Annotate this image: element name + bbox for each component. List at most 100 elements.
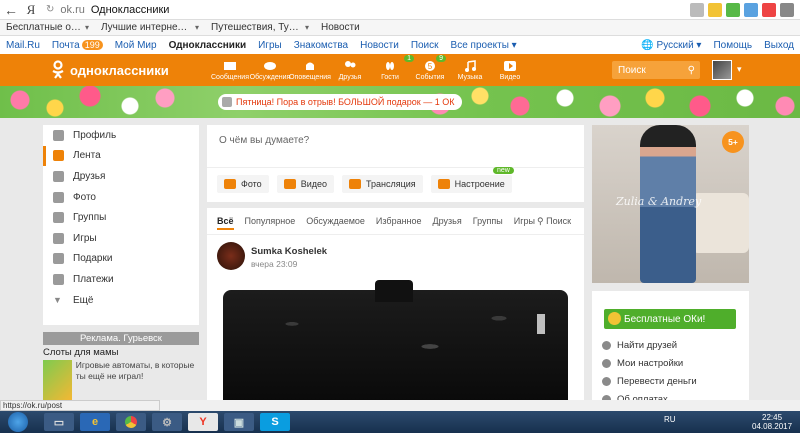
sidebar-item-more[interactable]: ▼ Ещё	[43, 290, 199, 311]
ad-image[interactable]	[43, 360, 72, 402]
nav-events[interactable]: 5 События 9	[410, 54, 450, 86]
menu-icon[interactable]	[780, 2, 794, 17]
tab-friends[interactable]: Друзья	[433, 216, 462, 230]
add-photo-button[interactable]: Фото	[217, 175, 269, 193]
transfer-money-link[interactable]: Перевести деньги	[602, 372, 697, 390]
nav-music[interactable]: Музыка	[450, 54, 490, 86]
sidebar-item-photos[interactable]: Фото	[43, 187, 199, 208]
tools-icon[interactable]: ⚙	[152, 413, 182, 431]
my-settings-link[interactable]: Мои настройки	[602, 354, 697, 372]
sidebar-item-payments[interactable]: Платежи	[43, 269, 199, 290]
start-button[interactable]	[8, 412, 28, 432]
ad-block[interactable]: Реклама. Гурьевск Слоты для мамы Игровые…	[43, 332, 199, 402]
right-ad-image[interactable]: Zulia & Andrey 5+	[592, 125, 749, 283]
nav-messages[interactable]: Сообщения	[210, 54, 250, 86]
portal-link-games[interactable]: Игры	[252, 40, 288, 51]
composer-input[interactable]: О чём вы думаете?	[219, 135, 309, 146]
sidebar-item-friends[interactable]: Друзья	[43, 166, 199, 187]
portal-link-mymir[interactable]: Мой Мир	[109, 40, 163, 51]
footprints-icon	[386, 61, 394, 70]
tab-all[interactable]: Всё	[217, 216, 234, 230]
post-image[interactable]	[219, 280, 572, 403]
promo-link[interactable]: Пятница! Пора в отрыв! БОЛЬШОЙ подарок —…	[218, 94, 463, 110]
explorer-icon[interactable]: ▭	[44, 413, 74, 431]
friends-icon	[345, 60, 356, 67]
portal-link-ok[interactable]: Одноклассники	[163, 40, 253, 51]
help-link[interactable]: Помощь	[707, 40, 758, 51]
nav-friends[interactable]: Друзья	[330, 54, 370, 86]
ad-signature: Zulia & Andrey	[616, 195, 702, 208]
address-bar[interactable]: ↻ ok.ru Одноклассники	[40, 0, 690, 20]
ok-logo[interactable]: одноклассники	[50, 60, 169, 80]
horizontal-scrollbar[interactable]	[160, 400, 800, 411]
sidebar-item-feed[interactable]: Лента	[43, 145, 199, 167]
bookmark-item[interactable]: Путешествия, Туризм▾	[205, 22, 315, 33]
events-icon: 5	[425, 60, 435, 71]
free-ok-button[interactable]: Бесплатные ОКи!	[604, 309, 736, 329]
divider	[207, 234, 584, 235]
nav-guests[interactable]: Гости 1	[370, 54, 414, 86]
portal-link-mailru[interactable]: Mail.Ru	[0, 40, 46, 51]
add-video-button[interactable]: Видео	[276, 175, 334, 193]
camera-icon	[224, 179, 236, 189]
sidebar-item-groups[interactable]: Группы	[43, 207, 199, 228]
download-icon[interactable]	[726, 2, 740, 17]
ad-text[interactable]: Игровые автоматы, в которые ты ещё не иг…	[76, 360, 199, 402]
nav-video[interactable]: Видео	[490, 54, 530, 86]
internet-explorer-icon[interactable]: e	[80, 413, 110, 431]
lock-icon[interactable]	[690, 2, 704, 17]
ad-title[interactable]: Слоты для мамы	[43, 347, 199, 358]
language-indicator[interactable]: RU	[664, 415, 676, 424]
post-time: вчера 23:09	[251, 259, 298, 269]
bookmark-item[interactable]: Лучшие интернет-ма ▾	[95, 22, 205, 33]
feed: Всё Популярное Обсуждаемое Избранное Дру…	[207, 208, 584, 403]
nav-notifications[interactable]: Оповещения	[289, 54, 331, 86]
ok-header: одноклассники Сообщения Обсуждения Опове…	[0, 54, 800, 86]
mail-icon[interactable]	[762, 2, 776, 17]
portal-link-search[interactable]: Поиск	[405, 40, 445, 51]
tab-discussed[interactable]: Обсуждаемое	[306, 216, 365, 230]
sidebar-item-gifts[interactable]: Подарки	[43, 249, 199, 270]
skype-icon[interactable]: S	[260, 413, 290, 431]
language-selector[interactable]: 🌐 Русский ▾	[635, 40, 707, 51]
divider	[207, 167, 584, 168]
portal-link-news[interactable]: Новости	[354, 40, 405, 51]
feed-icon	[53, 150, 64, 162]
broadcast-button[interactable]: Трансляция	[341, 175, 423, 193]
status-url: https://ok.ru/post	[0, 400, 160, 411]
ok-search-input[interactable]: Поиск ⚲	[612, 61, 700, 79]
feed-search-button[interactable]: ⚲ Поиск	[537, 216, 571, 227]
bookmark-item[interactable]: Бесплатные онлайн и▾	[0, 22, 95, 33]
tab-games[interactable]: Игры	[514, 216, 535, 230]
events-count-badge: 9	[436, 55, 446, 62]
chevron-down-icon[interactable]: ▾	[737, 64, 742, 75]
user-avatar[interactable]	[712, 60, 732, 80]
tab-popular[interactable]: Популярное	[245, 216, 296, 230]
nav-discussions[interactable]: Обсуждения	[250, 54, 290, 86]
bookmark-item[interactable]: Новости	[315, 22, 366, 33]
back-button[interactable]: ←	[0, 0, 22, 20]
clock[interactable]: 22:45 04.08.2017	[752, 413, 792, 431]
portal-link-all-projects[interactable]: Все проекты ▾	[445, 40, 523, 51]
search-icon[interactable]: ⚲	[688, 65, 695, 76]
tab-favorites[interactable]: Избранное	[376, 216, 422, 230]
star-icon[interactable]	[708, 2, 722, 17]
chevron-down-icon: ▼	[53, 294, 62, 305]
mood-button[interactable]: Настроение new	[430, 167, 514, 193]
post-author-avatar[interactable]	[217, 242, 245, 270]
sidebar-item-games[interactable]: Игры	[43, 228, 199, 249]
portal-link-mail[interactable]: Почта 199	[46, 39, 109, 51]
tab-groups[interactable]: Группы	[473, 216, 503, 230]
yandex-logo-icon[interactable]: Я	[22, 2, 40, 18]
chrome-icon[interactable]	[116, 413, 146, 431]
system-icon[interactable]: ▣	[224, 413, 254, 431]
portal-link-dating[interactable]: Знакомства	[288, 40, 354, 51]
logout-link[interactable]: Выход	[758, 40, 800, 51]
yandex-browser-icon[interactable]: Y	[188, 413, 218, 431]
refresh-icon[interactable]: ↻	[46, 4, 54, 15]
extension-icon[interactable]	[744, 2, 758, 17]
sidebar-item-profile[interactable]: Профиль	[43, 125, 199, 146]
find-friends-link[interactable]: Найти друзей	[602, 336, 697, 354]
post-author[interactable]: Sumka Koshelek	[251, 246, 327, 257]
ad-header: Реклама. Гурьевск	[43, 332, 199, 345]
